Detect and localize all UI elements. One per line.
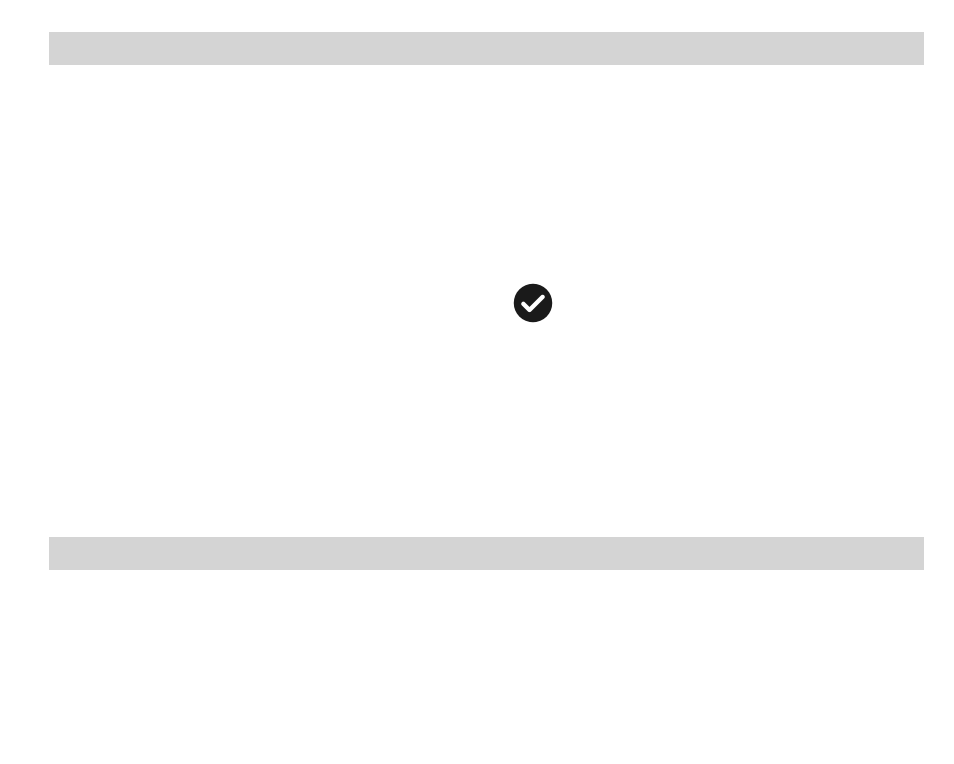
top-placeholder-bar xyxy=(49,32,924,65)
check-circle-icon xyxy=(512,282,554,324)
bottom-placeholder-bar xyxy=(49,537,924,570)
